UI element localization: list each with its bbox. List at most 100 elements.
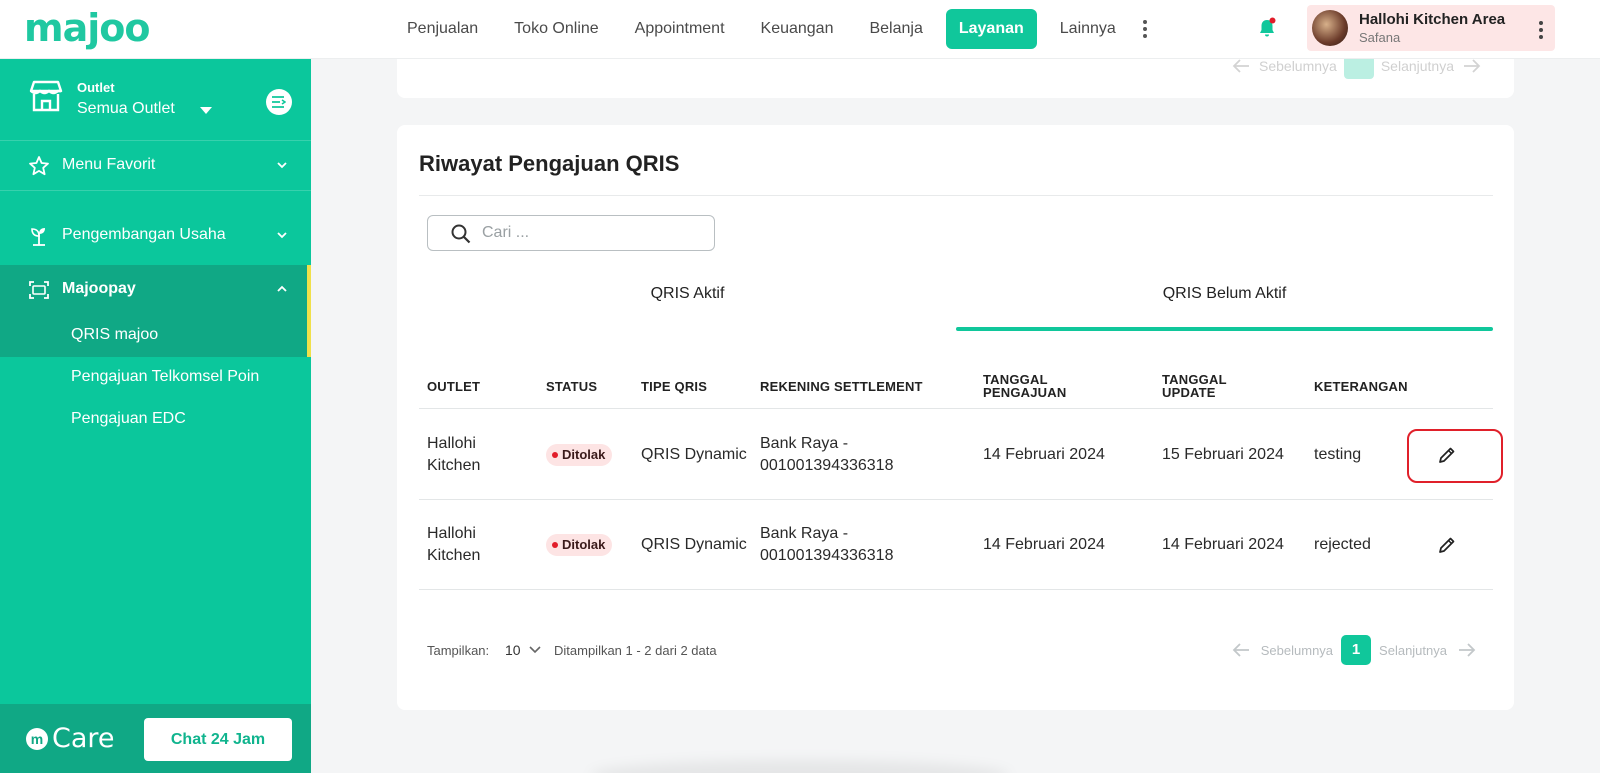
cell-keterangan: rejected xyxy=(1314,536,1371,553)
outlet-label: Outlet xyxy=(77,80,115,95)
sidebar-subitem-telkomsel-poin[interactable]: Pengajuan Telkomsel Poin xyxy=(0,357,311,399)
pencil-icon[interactable] xyxy=(1436,534,1458,556)
sidebar-subitem-label: Pengajuan EDC xyxy=(71,410,186,427)
col-tipe-qris: TIPE QRIS xyxy=(641,379,708,394)
cell-line: Bank Raya - xyxy=(760,435,849,452)
sidebar-subitem-qris-majoo[interactable]: QRIS majoo xyxy=(0,315,311,357)
page-size-label: Tampilkan: xyxy=(427,643,490,658)
sidebar-subitem-edc[interactable]: Pengajuan EDC xyxy=(0,399,311,441)
cell-line: Bank Raya - xyxy=(760,525,849,542)
majoo-m-icon: m xyxy=(26,727,48,750)
majoo-logo[interactable]: majoo xyxy=(24,8,150,48)
nav-toko-online[interactable]: Toko Online xyxy=(501,9,612,49)
cell-line: Kitchen xyxy=(427,547,481,564)
sidebar-subitem-label: Pengajuan Telkomsel Poin xyxy=(71,368,260,385)
chevron-down-icon[interactable] xyxy=(528,644,542,656)
page-size-select[interactable]: 10 xyxy=(505,642,521,658)
col-outlet: OUTLET xyxy=(427,379,481,394)
cell-tanggal-update: 14 Februari 2024 xyxy=(1162,536,1284,553)
bell-icon[interactable] xyxy=(1256,17,1278,39)
search-icon xyxy=(451,224,471,244)
profile-subtitle: Safana xyxy=(1359,30,1401,45)
collapse-sidebar-button[interactable] xyxy=(266,89,292,115)
top-bar: majoo Penjualan Toko Online Appointment … xyxy=(0,0,1600,59)
floating-shadow xyxy=(590,760,1010,773)
chevron-down-icon xyxy=(277,162,287,169)
tab-qris-belum-aktif[interactable]: QRIS Belum Aktif xyxy=(956,277,1493,331)
cell-tanggal-update: 15 Februari 2024 xyxy=(1162,446,1284,463)
page-title: Riwayat Pengajuan QRIS xyxy=(419,151,680,176)
cell-outlet: Hallohi Kitchen xyxy=(427,433,480,477)
cell-rekening: Bank Raya - 001001394336318 xyxy=(760,433,893,477)
cell-line: Hallohi xyxy=(427,435,476,452)
sidebar-item-pengembangan-usaha[interactable]: Pengembangan Usaha xyxy=(0,211,311,261)
search-box[interactable] xyxy=(427,215,715,251)
profile-menu[interactable]: Hallohi Kitchen Area Safana xyxy=(1307,5,1555,51)
tab-qris-aktif[interactable]: QRIS Aktif xyxy=(419,277,956,331)
cell-tanggal-pengajuan: 14 Februari 2024 xyxy=(983,446,1105,463)
cell-line: Hallohi xyxy=(427,525,476,542)
caret-down-icon xyxy=(200,107,212,114)
cell-line: 001001394336318 xyxy=(760,457,894,474)
table-row: Hallohi Kitchen Ditolak QRIS Dynamic Ban… xyxy=(419,500,1493,590)
cell-line: Kitchen xyxy=(427,457,481,474)
col-keterangan: KETERANGAN xyxy=(1314,379,1408,394)
prev-label[interactable]: Sebelumnya xyxy=(1259,58,1337,74)
arrow-right-icon[interactable] xyxy=(1462,58,1482,74)
nav-penjualan[interactable]: Penjualan xyxy=(394,9,491,49)
sidebar-item-label: Pengembangan Usaha xyxy=(62,226,226,243)
chevron-up-icon xyxy=(277,285,287,292)
col-status: STATUS xyxy=(546,379,598,394)
scan-icon xyxy=(29,281,49,299)
page-number[interactable]: 1 xyxy=(1341,635,1372,665)
cell-tanggal-pengajuan: 14 Februari 2024 xyxy=(983,536,1105,553)
col-tanggal-pengajuan: TANGGAL PENGAJUAN xyxy=(983,373,1066,399)
pencil-icon[interactable] xyxy=(1436,444,1458,466)
status-badge: Ditolak xyxy=(546,444,613,466)
cell-outlet: Hallohi Kitchen xyxy=(427,523,480,567)
search-input[interactable] xyxy=(482,222,702,244)
store-icon xyxy=(29,80,63,112)
star-icon xyxy=(29,156,49,176)
nav-layanan[interactable]: Layanan xyxy=(945,9,1037,49)
next-page-button[interactable]: Selanjutnya xyxy=(1379,643,1447,658)
chat-24-jam-button[interactable]: Chat 24 Jam xyxy=(144,718,292,761)
previous-card: Sebelumnya Selanjutnya xyxy=(397,53,1514,98)
status-badge: Ditolak xyxy=(546,534,613,556)
nav-appointment[interactable]: Appointment xyxy=(622,9,738,49)
cell-line: 001001394336318 xyxy=(760,547,894,564)
plant-icon xyxy=(31,228,45,246)
table-footer: Tampilkan: 10 Ditampilkan 1 - 2 dari 2 d… xyxy=(427,635,1487,665)
vertical-dots-icon[interactable] xyxy=(1135,9,1155,49)
riwayat-pengajuan-card: Riwayat Pengajuan QRIS QRIS Aktif QRIS B… xyxy=(397,125,1514,710)
care-label: Care xyxy=(52,723,115,754)
arrow-left-icon[interactable] xyxy=(1231,58,1251,74)
col-label-line: PENGAJUAN xyxy=(983,385,1067,400)
profile-name: Hallohi Kitchen Area xyxy=(1359,11,1506,28)
active-indicator xyxy=(307,265,311,315)
cell-tipe-qris: QRIS Dynamic xyxy=(641,536,747,553)
outlet-value: Semua Outlet xyxy=(77,100,175,117)
divider xyxy=(419,195,1493,196)
avatar xyxy=(1312,10,1348,46)
cell-tipe-qris: QRIS Dynamic xyxy=(641,446,747,463)
sidebar-item-majoopay[interactable]: Majoopay xyxy=(0,265,311,315)
sidebar-item-label: Menu Favorit xyxy=(62,156,156,173)
arrow-right-icon[interactable] xyxy=(1457,642,1477,658)
sidebar-subitem-label: QRIS majoo xyxy=(71,326,159,343)
nav-lainnya[interactable]: Lainnya xyxy=(1047,9,1129,49)
col-label-line: UPDATE xyxy=(1162,385,1216,400)
chevron-down-icon xyxy=(277,232,287,239)
profile-more-icon[interactable] xyxy=(1539,21,1543,39)
nav-keuangan[interactable]: Keuangan xyxy=(748,9,847,49)
col-rekening: REKENING SETTLEMENT xyxy=(760,379,923,394)
next-label[interactable]: Selanjutnya xyxy=(1381,58,1454,74)
arrow-left-icon[interactable] xyxy=(1231,642,1251,658)
menu-collapse-icon xyxy=(272,96,286,108)
nav-belanja[interactable]: Belanja xyxy=(856,9,935,49)
col-tanggal-update: TANGGAL UPDATE xyxy=(1162,373,1227,399)
sidebar-item-label: Majoopay xyxy=(62,280,136,297)
prev-page-button[interactable]: Sebelumnya xyxy=(1261,643,1333,658)
outlet-selector[interactable]: Outlet Semua Outlet xyxy=(0,59,311,141)
sidebar-item-menu-favorit[interactable]: Menu Favorit xyxy=(0,141,311,191)
